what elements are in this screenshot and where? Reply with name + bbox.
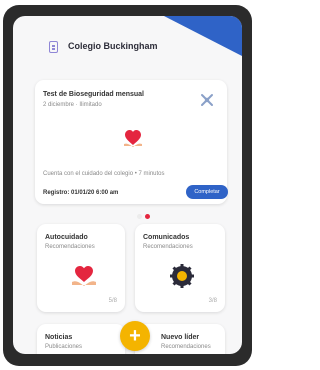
card-count: 5/8 xyxy=(108,298,117,304)
carousel-dot-active[interactable] xyxy=(145,214,150,219)
test-card-title: Test de Bioseguridad mensual xyxy=(43,91,145,98)
card-title: Nuevo líder xyxy=(161,334,200,341)
document-icon xyxy=(49,41,58,53)
heart-hands-icon xyxy=(124,130,142,147)
comunicados-card[interactable]: Comunicados Recomendaciones 3/8 xyxy=(135,224,225,312)
card-subtitle: Recomendaciones xyxy=(161,344,211,350)
card-subtitle: Recomendaciones xyxy=(45,244,95,250)
card-subtitle: Recomendaciones xyxy=(143,244,193,250)
header-ribbon xyxy=(164,16,242,56)
heart-hands-icon xyxy=(72,266,96,286)
carousel-dot[interactable] xyxy=(137,214,142,219)
app-screen: Colegio Buckingham Test de Bioseguridad … xyxy=(13,16,242,354)
test-card-description: Cuenta con el cuidado del colegio • 7 mi… xyxy=(43,171,165,177)
test-card-subtitle: 2 diciembre · Ilimitado xyxy=(43,102,102,108)
settings-icon[interactable] xyxy=(199,92,215,108)
app-header: Colegio Buckingham xyxy=(13,16,242,58)
gear-badge-icon xyxy=(170,264,194,288)
card-count: 3/8 xyxy=(208,298,217,304)
noticias-card[interactable]: Noticias Publicaciones xyxy=(37,324,125,354)
registration-date: Registro: 01/01/20 6:00 am xyxy=(43,190,119,196)
card-subtitle: Publicaciones xyxy=(45,344,83,350)
autocuidado-card[interactable]: Autocuidado Recomendaciones 5/8 xyxy=(37,224,125,312)
card-title: Noticias xyxy=(45,334,73,341)
test-card[interactable]: Test de Bioseguridad mensual 2 diciembre… xyxy=(35,80,228,204)
device-frame: Colegio Buckingham Test de Bioseguridad … xyxy=(3,5,252,366)
school-name: Colegio Buckingham xyxy=(68,41,158,51)
complete-button[interactable]: Completar xyxy=(186,185,228,199)
card-title: Comunicados xyxy=(143,234,190,241)
add-button[interactable]: + xyxy=(120,321,150,351)
card-title: Autocuidado xyxy=(45,234,88,241)
